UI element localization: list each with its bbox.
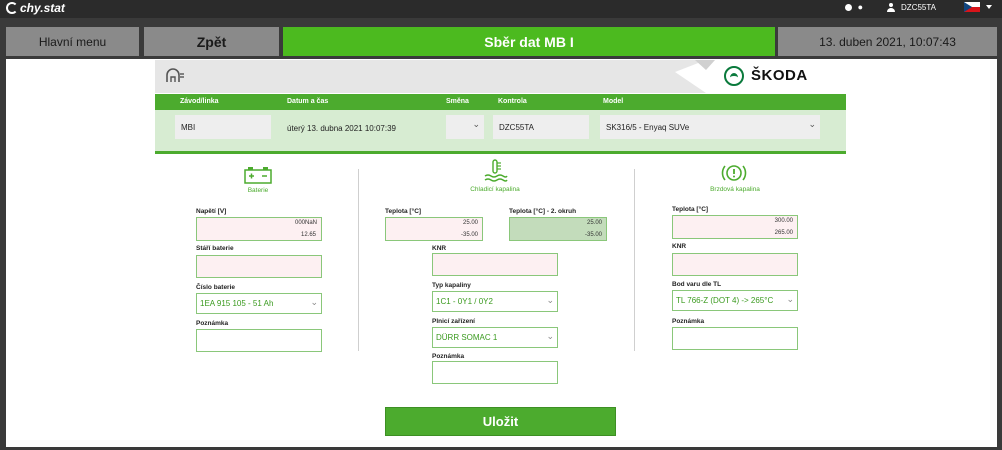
coolant-note-label: Poznámka bbox=[432, 353, 465, 360]
model-select[interactable]: SK316/5 - Enyaq SUVe bbox=[600, 115, 820, 139]
datetime-label: Datum a čas bbox=[287, 98, 329, 105]
coolant-temp2-bottom-value: -35.00 bbox=[584, 232, 602, 238]
chevron-down-icon: ⌄ bbox=[546, 331, 554, 341]
chevron-down-icon: ⌄ bbox=[310, 297, 318, 307]
battery-section-title: Baterie bbox=[247, 187, 269, 194]
check-label: Kontrola bbox=[498, 98, 527, 105]
save-button[interactable]: Uložit bbox=[385, 407, 616, 436]
battery-age-input[interactable] bbox=[196, 255, 322, 278]
coolant-filler-value: DÜRR SOMAC 1 bbox=[436, 333, 498, 342]
section-divider bbox=[358, 169, 359, 351]
shift-select[interactable] bbox=[446, 115, 484, 139]
battery-icon bbox=[244, 167, 272, 184]
coolant-type-select[interactable]: 1C1 - 0Y1 / 0Y2 ⌄ bbox=[432, 291, 558, 312]
coolant-temp-top-value: 25.00 bbox=[462, 220, 478, 226]
brake-knr-input[interactable] bbox=[672, 253, 798, 276]
check-field[interactable]: DZC55TA bbox=[493, 115, 589, 139]
battery-number-label: Číslo baterie bbox=[196, 284, 236, 291]
voltage-top-value: 000NaN bbox=[294, 220, 317, 226]
brake-knr-label: KNR bbox=[672, 243, 687, 250]
brake-temp-top-value: 300.00 bbox=[774, 218, 793, 224]
battery-note-input[interactable] bbox=[196, 329, 322, 352]
skoda-brand-text: ŠKODA bbox=[751, 67, 808, 84]
coolant-temp2-top-value: 25.00 bbox=[586, 220, 602, 226]
model-label: Model bbox=[603, 98, 624, 105]
check-value: DZC55TA bbox=[499, 122, 534, 132]
status-dot-icon bbox=[844, 3, 852, 11]
back-button[interactable]: Zpět bbox=[144, 27, 279, 56]
coolant-section-title: Chladicí kapalina bbox=[470, 186, 520, 193]
language-dropdown-caret-icon[interactable] bbox=[986, 5, 992, 9]
coolant-filler-select[interactable]: DÜRR SOMAC 1 ⌄ bbox=[432, 327, 558, 348]
coolant-thermometer-icon bbox=[484, 159, 508, 182]
section-divider bbox=[634, 169, 635, 351]
coolant-temp-input[interactable]: 25.00 -35.00 bbox=[385, 217, 483, 241]
current-datetime: 13. duben 2021, 10:07:43 bbox=[778, 27, 997, 56]
battery-note-label: Poznámka bbox=[196, 320, 229, 327]
voltage-input[interactable]: 000NaN 12.65 bbox=[196, 217, 322, 241]
brake-temp-bottom-value: 265.00 bbox=[774, 230, 793, 236]
coolant-temp-bottom-value: -35.00 bbox=[460, 232, 478, 238]
skoda-logo-icon bbox=[724, 66, 744, 86]
logo-icon bbox=[6, 2, 18, 14]
boil-point-label: Bod varu dle TL bbox=[672, 281, 722, 288]
voltage-label: Napětí [V] bbox=[196, 208, 227, 215]
brand-name: chy.stat bbox=[20, 1, 65, 15]
chevron-down-icon: ⌄ bbox=[786, 294, 794, 304]
main-menu-button[interactable]: Hlavní menu bbox=[6, 27, 139, 56]
coolant-temp2-input[interactable]: 25.00 -35.00 bbox=[509, 217, 607, 241]
user-name[interactable]: DZC55TA bbox=[901, 3, 936, 12]
brake-temp-input[interactable]: 300.00 265.00 bbox=[672, 215, 798, 239]
page-title: Sběr dat MB I bbox=[283, 27, 775, 56]
battery-number-value: 1EA 915 105 - 51 Ah bbox=[200, 299, 274, 308]
coolant-type-label: Typ kapaliny bbox=[432, 282, 471, 289]
plant-label: Závod/linka bbox=[180, 98, 219, 105]
user-icon bbox=[887, 2, 896, 12]
plant-field[interactable]: MBI bbox=[175, 115, 271, 139]
coolant-knr-label: KNR bbox=[432, 245, 447, 252]
boil-point-select[interactable]: TL 766-Z (DOT 4) -> 265°C ⌄ bbox=[672, 290, 798, 311]
plant-value: MBI bbox=[181, 122, 196, 132]
shift-label: Směna bbox=[446, 98, 469, 105]
coolant-note-input[interactable] bbox=[432, 361, 558, 384]
app-bar: chy.stat ● DZC55TA bbox=[0, 0, 1002, 18]
chat-icon[interactable]: ● bbox=[858, 2, 863, 12]
filter-bottom-line bbox=[155, 151, 846, 154]
coolant-type-value: 1C1 - 0Y1 / 0Y2 bbox=[436, 297, 493, 306]
boil-point-value: TL 766-Z (DOT 4) -> 265°C bbox=[676, 296, 774, 305]
model-value: SK316/5 - Enyaq SUVe bbox=[606, 122, 690, 132]
voltage-bottom-value: 12.65 bbox=[301, 232, 317, 238]
datetime-value: úterý 13. dubna 2021 10:07:39 bbox=[287, 124, 396, 133]
battery-number-select[interactable]: 1EA 915 105 - 51 Ah ⌄ bbox=[196, 293, 322, 314]
chevron-down-icon: ⌄ bbox=[546, 295, 554, 305]
brake-section-title: Brzdová kapalina bbox=[710, 186, 760, 193]
coolant-knr-input[interactable] bbox=[432, 253, 558, 276]
brake-warning-icon bbox=[721, 165, 747, 181]
coolant-temp2-label: Teplota [°C] - 2. okruh bbox=[509, 208, 577, 215]
battery-age-label: Stáří baterie bbox=[196, 245, 234, 252]
czech-flag-icon[interactable] bbox=[964, 2, 980, 12]
app-logo[interactable]: chy.stat bbox=[6, 1, 65, 15]
app-bar-right: ● DZC55TA bbox=[844, 2, 992, 12]
coolant-temp-label: Teplota [°C] bbox=[385, 208, 422, 215]
home-icon[interactable] bbox=[165, 67, 185, 83]
brake-note-input[interactable] bbox=[672, 327, 798, 350]
brake-note-label: Poznámka bbox=[672, 318, 705, 325]
brake-temp-label: Teplota [°C] bbox=[672, 206, 709, 213]
coolant-filler-label: Plnicí zařízení bbox=[432, 318, 475, 325]
